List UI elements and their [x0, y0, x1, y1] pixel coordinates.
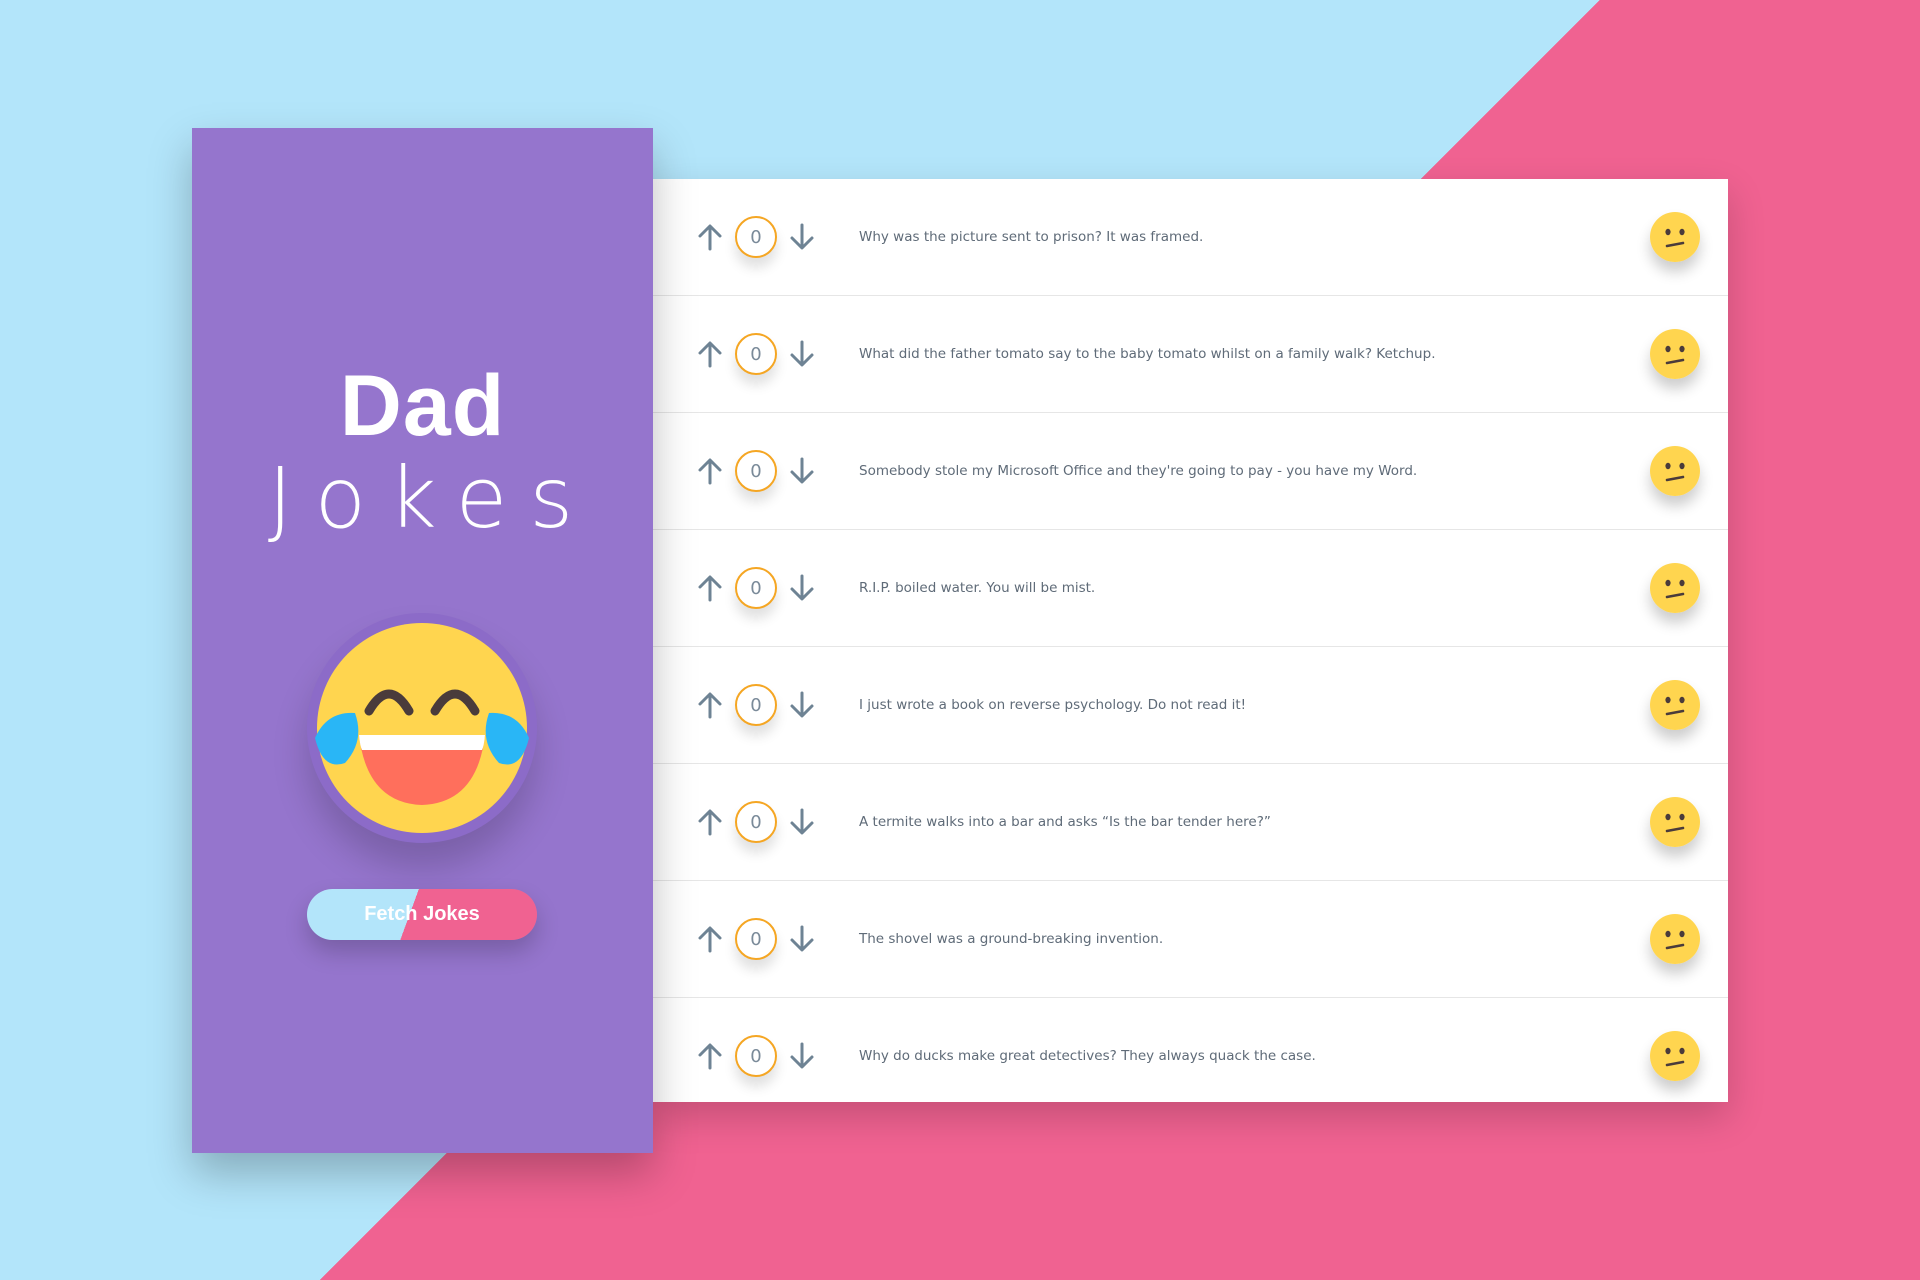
- downvote-arrow-icon[interactable]: [787, 573, 817, 603]
- joke-row: 0 Why was the picture sent to prison? It…: [653, 179, 1728, 296]
- confused-face-icon: [1650, 212, 1700, 262]
- joke-row: 0 Why do ducks make great detectives? Th…: [653, 998, 1728, 1114]
- downvote-arrow-icon[interactable]: [787, 924, 817, 954]
- vote-controls: 0: [653, 530, 835, 646]
- joke-text: I just wrote a book on reverse psycholog…: [859, 697, 1247, 713]
- joke-row: 0 A termite walks into a bar and asks “I…: [653, 764, 1728, 881]
- upvote-arrow-icon[interactable]: [695, 807, 725, 837]
- vote-controls: 0: [653, 179, 835, 295]
- vote-controls: 0: [653, 413, 835, 529]
- joke-row: 0 R.I.P. boiled water. You will be mist.: [653, 530, 1728, 647]
- joke-row: 0 I just wrote a book on reverse psychol…: [653, 647, 1728, 764]
- vote-count: 0: [735, 450, 777, 492]
- upvote-arrow-icon[interactable]: [695, 339, 725, 369]
- downvote-arrow-icon[interactable]: [787, 807, 817, 837]
- vote-controls: 0: [653, 764, 835, 880]
- downvote-arrow-icon[interactable]: [787, 456, 817, 486]
- downvote-arrow-icon[interactable]: [787, 339, 817, 369]
- joke-row: 0 The shovel was a ground-breaking inven…: [653, 881, 1728, 998]
- title-dad: Dad: [339, 358, 506, 454]
- title-jokes: Jokes: [267, 449, 596, 547]
- vote-controls: 0: [653, 998, 835, 1114]
- downvote-arrow-icon[interactable]: [787, 222, 817, 252]
- confused-face-icon: [1650, 680, 1700, 730]
- vote-count: 0: [735, 567, 777, 609]
- jokes-list: 0 Why was the picture sent to prison? It…: [653, 179, 1728, 1102]
- vote-count: 0: [735, 684, 777, 726]
- vote-controls: 0: [653, 647, 835, 763]
- joke-text: A termite walks into a bar and asks “Is …: [859, 814, 1271, 830]
- upvote-arrow-icon[interactable]: [695, 573, 725, 603]
- joke-text: The shovel was a ground-breaking inventi…: [859, 931, 1164, 947]
- upvote-arrow-icon[interactable]: [695, 456, 725, 486]
- joke-text: R.I.P. boiled water. You will be mist.: [859, 580, 1096, 596]
- laughing-tears-emoji-icon: [307, 613, 537, 843]
- joke-text: Why was the picture sent to prison? It w…: [859, 229, 1204, 245]
- confused-face-icon: [1650, 1031, 1700, 1081]
- upvote-arrow-icon[interactable]: [695, 222, 725, 252]
- vote-count: 0: [735, 333, 777, 375]
- vote-controls: 0: [653, 881, 835, 997]
- upvote-arrow-icon[interactable]: [695, 690, 725, 720]
- upvote-arrow-icon[interactable]: [695, 924, 725, 954]
- upvote-arrow-icon[interactable]: [695, 1041, 725, 1071]
- confused-face-icon: [1650, 329, 1700, 379]
- joke-text: Why do ducks make great detectives? They…: [859, 1048, 1316, 1064]
- joke-row: 0 Somebody stole my Microsoft Office and…: [653, 413, 1728, 530]
- vote-count: 0: [735, 1035, 777, 1077]
- joke-text: Somebody stole my Microsoft Office and t…: [859, 463, 1418, 479]
- confused-face-icon: [1650, 914, 1700, 964]
- downvote-arrow-icon[interactable]: [787, 690, 817, 720]
- vote-count: 0: [735, 918, 777, 960]
- vote-count: 0: [735, 216, 777, 258]
- fetch-jokes-button[interactable]: Fetch Jokes: [307, 889, 537, 940]
- vote-count: 0: [735, 801, 777, 843]
- confused-face-icon: [1650, 446, 1700, 496]
- vote-controls: 0: [653, 296, 835, 412]
- sidebar: Dad Jokes Fetch Jokes: [192, 128, 653, 1153]
- joke-text: What did the father tomato say to the ba…: [859, 346, 1436, 362]
- confused-face-icon: [1650, 563, 1700, 613]
- joke-row: 0 What did the father tomato say to the …: [653, 296, 1728, 413]
- confused-face-icon: [1650, 797, 1700, 847]
- downvote-arrow-icon[interactable]: [787, 1041, 817, 1071]
